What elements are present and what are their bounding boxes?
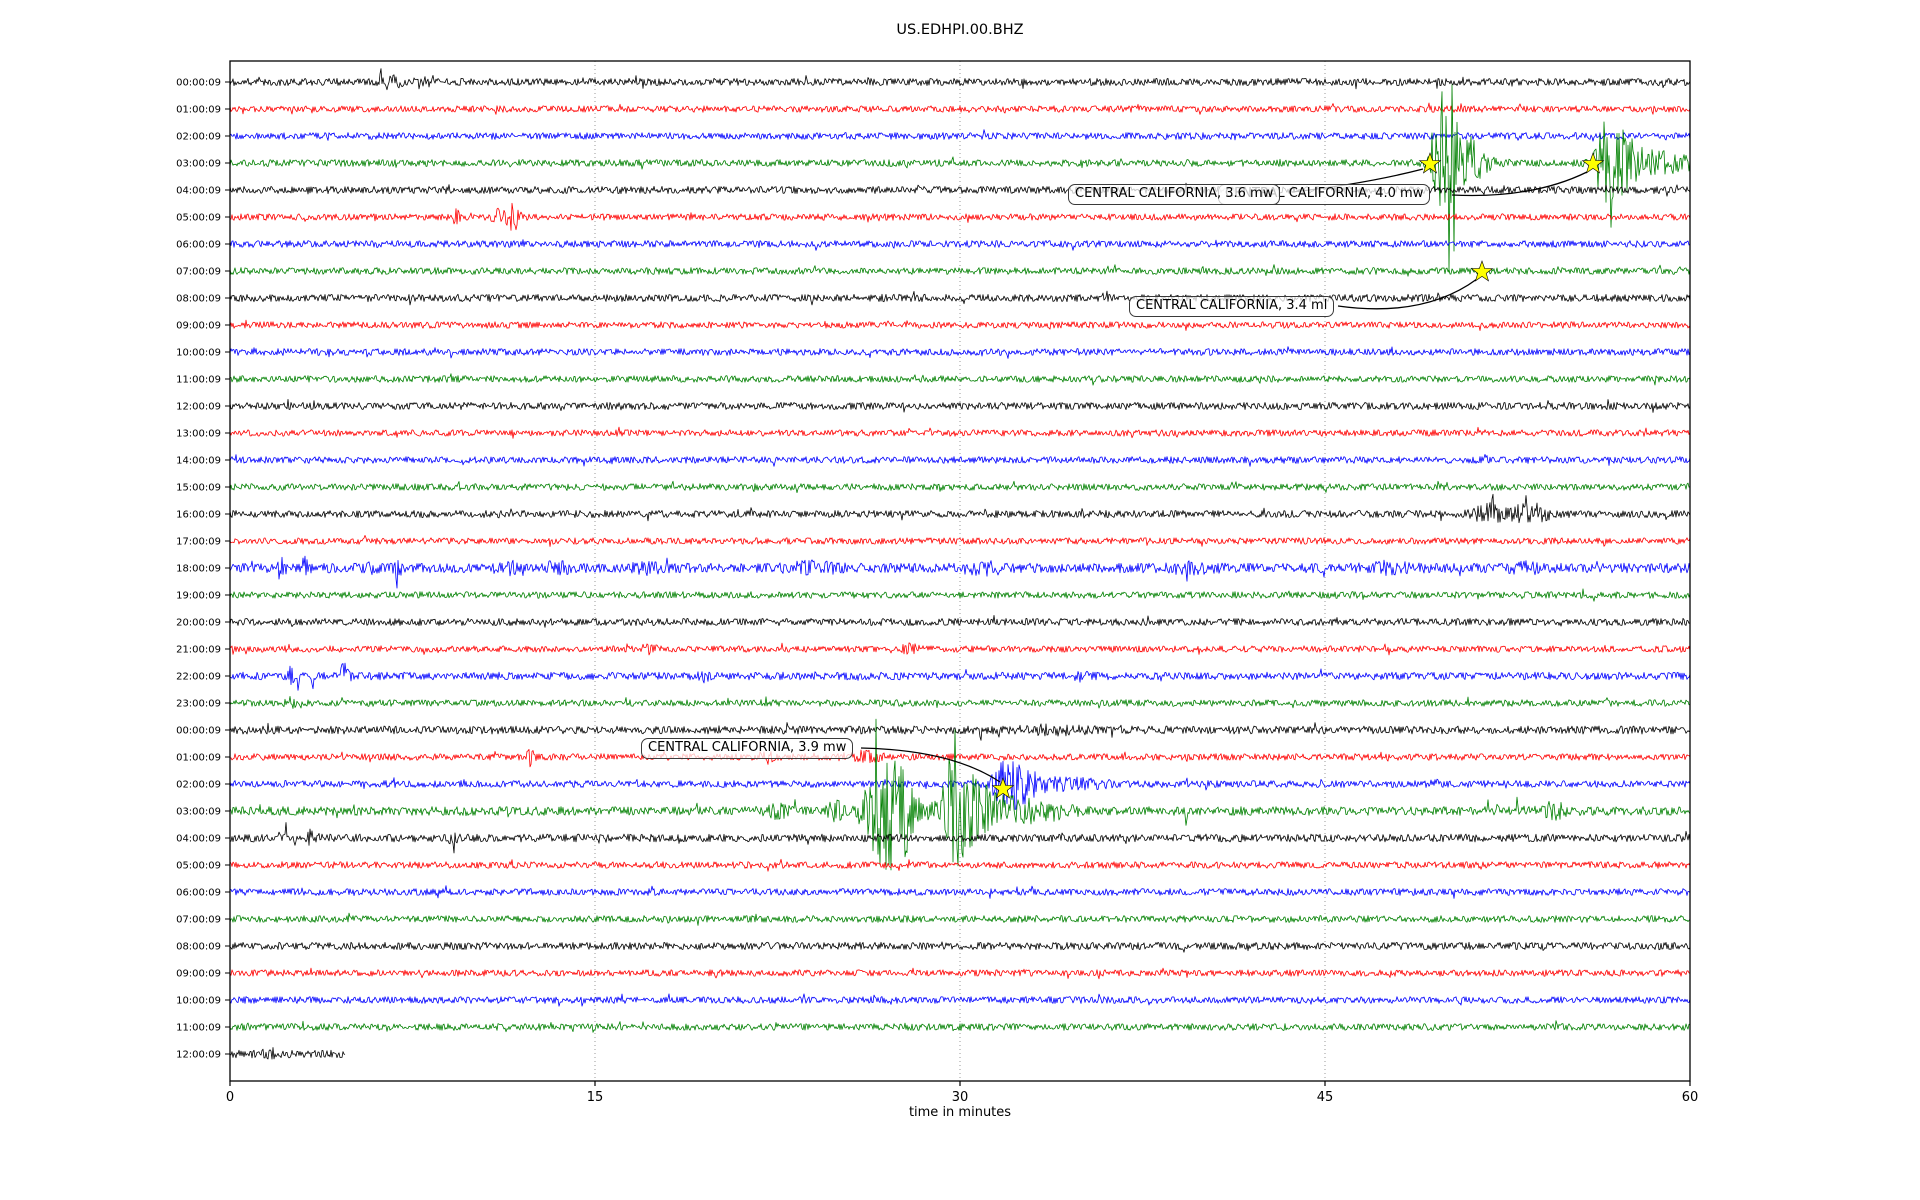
trace-line: [230, 265, 1690, 277]
trace-line: [230, 85, 1690, 272]
trace-time-label: 11:00:09: [176, 1023, 221, 1034]
trace-line: [230, 481, 1690, 492]
trace-time-label: 12:00:09: [176, 1050, 221, 1061]
trace-time-label: 02:00:09: [176, 780, 221, 791]
trace-line: [230, 663, 1690, 690]
trace-line: [230, 203, 1690, 230]
event-annotation: CENTRAL CALIFORNIA, 3.9 mw: [641, 738, 853, 759]
event-star-icon: [1472, 261, 1493, 281]
trace-time-label: 07:00:09: [176, 267, 221, 278]
trace-time-label: 04:00:09: [176, 186, 221, 197]
trace-line: [230, 454, 1690, 466]
trace-time-label: 09:00:09: [176, 321, 221, 332]
trace-time-label: 05:00:09: [176, 861, 221, 872]
trace-time-label: 21:00:09: [176, 645, 221, 656]
trace-time-label: 08:00:09: [176, 294, 221, 305]
trace-time-label: 05:00:09: [176, 213, 221, 224]
trace-line: [230, 427, 1690, 438]
trace-time-label: 16:00:09: [176, 510, 221, 521]
seismogram-plot: US.EDHPI.00.BHZ 0 15 30 45 60 00:00:09 01:00:0…: [0, 0, 1920, 1200]
trace-time-label: 00:00:09: [176, 78, 221, 89]
event-annotation: CENTRAL CALIFORNIA, 3.4 ml: [1129, 296, 1334, 317]
trace-time-label: 22:00:09: [176, 672, 221, 683]
x-tick-label: 60: [1682, 1090, 1699, 1105]
trace-line: [230, 589, 1690, 601]
event-annotation: CENTRAL CALIFORNIA, 3.6 mw: [1068, 184, 1280, 205]
plot-title: US.EDHPI.00.BHZ: [896, 22, 1023, 38]
seismogram-figure: US.EDHPI.00.BHZ 0 15 30 45 60 00:00:09 01:00:0…: [0, 0, 1920, 1200]
trace-line: [230, 913, 1690, 925]
trace-line: [230, 696, 1690, 708]
trace-line: [230, 1021, 1690, 1033]
trace-time-label: 18:00:09: [176, 564, 221, 575]
trace-time-label: 01:00:09: [176, 105, 221, 116]
event-leader-lines: [861, 169, 1587, 782]
trace-time-label: 19:00:09: [176, 591, 221, 602]
trace-time-label: 09:00:09: [176, 969, 221, 980]
trace-line: [230, 994, 1690, 1006]
trace-time-label: 07:00:09: [176, 915, 221, 926]
x-tick-label: 15: [587, 1090, 604, 1105]
trace-time-label: 23:00:09: [176, 699, 221, 710]
trace-line: [230, 942, 1690, 952]
trace-line: [230, 374, 1690, 385]
trace-time-label: 00:00:09: [176, 726, 221, 737]
event-leader-line: [1338, 279, 1477, 309]
trace-time-label: 13:00:09: [176, 429, 221, 440]
trace-time-label: 01:00:09: [176, 753, 221, 764]
x-tick-label: 0: [226, 1090, 234, 1105]
trace-time-label: 20:00:09: [176, 618, 221, 629]
trace-time-label: 17:00:09: [176, 537, 221, 548]
trace-time-label: 12:00:09: [176, 402, 221, 413]
event-leader-line: [861, 748, 1000, 782]
trace-line: [230, 886, 1690, 899]
trace-line: [230, 749, 1690, 767]
trace-time-label: 03:00:09: [176, 159, 221, 170]
trace-time-label: 08:00:09: [176, 942, 221, 953]
x-axis-label: time in minutes: [909, 1105, 1011, 1120]
trace-line: [230, 494, 1690, 522]
trace-line: [230, 69, 1690, 90]
trace-line: [230, 1048, 345, 1060]
trace-time-label: 10:00:09: [176, 348, 221, 359]
trace-time-label: 04:00:09: [176, 834, 221, 845]
event-star-markers: [993, 153, 1604, 798]
trace-time-label: 06:00:09: [176, 888, 221, 899]
trace-time-label: 15:00:09: [176, 483, 221, 494]
x-tick-label: 45: [1317, 1090, 1334, 1105]
grid-lines: [595, 61, 1325, 1081]
trace-line: [230, 103, 1690, 114]
trace-time-label: 10:00:09: [176, 996, 221, 1007]
trace-time-label: 02:00:09: [176, 132, 221, 143]
trace-time-label: 03:00:09: [176, 807, 221, 818]
trace-line: [230, 556, 1690, 588]
x-tick-label: 30: [952, 1090, 969, 1105]
trace-time-label: 06:00:09: [176, 240, 221, 251]
trace-line: [230, 347, 1690, 359]
trace-time-label: 11:00:09: [176, 375, 221, 386]
trace-time-label: 14:00:09: [176, 456, 221, 467]
event-leader-line: [1452, 172, 1587, 196]
